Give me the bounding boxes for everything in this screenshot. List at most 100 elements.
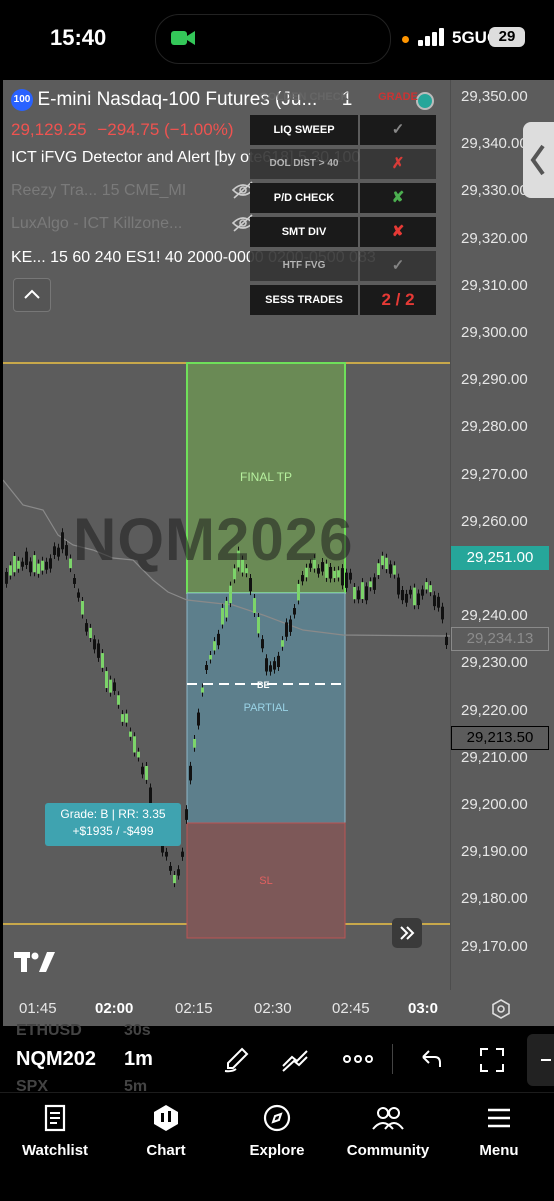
side-panel-handle[interactable] <box>523 122 554 198</box>
price-tick-label: 29,290.00 <box>461 371 528 389</box>
candle-body <box>289 619 292 632</box>
time-label: 02:30 <box>254 1000 292 1017</box>
tab-label: Explore <box>249 1142 305 1159</box>
grade-label: Grade: B | RR: 3.35 +$1935 / -$499 <box>45 803 181 846</box>
candle-body <box>417 593 420 606</box>
price-tick-label: 29,280.00 <box>461 418 528 436</box>
candle-body <box>217 633 220 646</box>
candle-body <box>293 608 296 615</box>
price-tick-label: 29,350.00 <box>461 88 528 105</box>
time-axis[interactable]: 01:45 02:00 02:15 02:30 02:45 03:0 <box>3 990 554 1026</box>
tab-menu[interactable]: Menu <box>444 1103 554 1159</box>
candle-body <box>89 627 92 639</box>
candle-body <box>61 532 64 550</box>
indicator-luxalgo[interactable]: LuxAlgo - ICT Killzone... <box>11 215 182 233</box>
time-label: 02:15 <box>175 1000 213 1017</box>
double-chevron-right-icon <box>400 926 415 940</box>
candle-body <box>21 561 24 567</box>
tab-chart[interactable]: Chart <box>111 1103 221 1159</box>
fullscreen-icon[interactable] <box>478 1046 506 1074</box>
candle-body <box>285 622 288 637</box>
candle-body <box>81 601 84 615</box>
brush-icon[interactable] <box>222 1046 250 1074</box>
price-tick-label: 29,300.00 <box>461 324 528 341</box>
checklist-header-right: GRADE <box>378 91 418 103</box>
current-price-tag: 29,251.00 <box>451 546 549 570</box>
candle-body <box>109 679 112 693</box>
price-tick-label: 29,260.00 <box>461 512 528 530</box>
candle-body <box>365 586 368 601</box>
chevron-left-icon <box>530 144 545 176</box>
candle-body <box>281 640 284 647</box>
side-toolbar-handle[interactable] <box>527 1034 554 1086</box>
candle-body <box>377 563 380 576</box>
partial-label: PARTIAL <box>243 702 289 714</box>
indicator-price-tag: 29,234.13 <box>451 627 549 651</box>
price-tick-label: 29,240.00 <box>461 607 528 625</box>
candle-body <box>117 695 120 705</box>
more-icon[interactable] <box>343 1053 373 1065</box>
behind-interval: 30s <box>124 1022 151 1039</box>
candle-body <box>205 665 208 670</box>
chart-toolbar: ETHUSD 30s SPX 5m NQM202 1m <box>0 1022 554 1095</box>
checklist-row: LIQ SWEEP ✓ <box>250 115 436 145</box>
candle-body <box>209 655 212 660</box>
symbol-badge: 100 <box>11 89 33 111</box>
candle-body <box>69 558 72 569</box>
time-label: 01:45 <box>19 1000 57 1017</box>
symbol-selector[interactable]: NQM202 <box>16 1048 96 1071</box>
price-change: 29,129.25 −294.75 (−1.00%) <box>11 120 233 140</box>
candle-body <box>181 851 184 857</box>
candle-body <box>121 714 124 722</box>
indicator-reezy[interactable]: Reezy Tra... 15 CME_MI <box>11 182 186 200</box>
undo-icon[interactable] <box>419 1048 443 1072</box>
tab-label: Chart <box>146 1142 186 1159</box>
candle-body <box>113 682 116 691</box>
candle-body <box>189 765 192 781</box>
candle-body <box>225 600 228 618</box>
tab-watchlist[interactable]: Watchlist <box>0 1103 110 1159</box>
scroll-to-realtime-button[interactable] <box>392 918 422 948</box>
tradingview-logo[interactable] <box>13 950 57 974</box>
candle-body <box>433 595 436 607</box>
settings-icon[interactable] <box>490 998 512 1020</box>
price-axis[interactable]: 29,350.00 29,340.00 29,330.00 29,320.00 29,3… <box>450 80 554 990</box>
candle-body <box>261 639 264 649</box>
candle-body <box>129 731 132 737</box>
candle-body <box>397 577 400 595</box>
chart-icon <box>154 1105 178 1131</box>
time-label: 02:00 <box>95 1000 134 1017</box>
chart-canvas[interactable]: NQM2026 100 E-mini Nasdaq-100 Futures (J… <box>3 80 450 990</box>
candle-body <box>185 809 188 820</box>
candle-body <box>73 578 76 584</box>
price-tick-label: 29,220.00 <box>461 701 528 719</box>
candle-body <box>197 712 200 726</box>
trend-line-icon[interactable] <box>280 1046 310 1074</box>
time-label: 03:0 <box>408 1000 439 1017</box>
candle-body <box>93 639 96 650</box>
candle-body <box>141 766 144 775</box>
toolbar-divider <box>392 1044 393 1074</box>
candle-body <box>277 655 280 668</box>
candle-body <box>357 590 360 600</box>
candle-body <box>45 561 48 570</box>
price-tick-label: 29,320.00 <box>461 229 528 247</box>
behind-symbol: ETHUSD <box>16 1022 82 1039</box>
price-tick-label: 29,210.00 <box>461 748 528 766</box>
candle-body <box>29 561 32 573</box>
checklist-row: P/D CHECK ✘ <box>250 183 436 213</box>
price-tick-label: 29,310.00 <box>461 276 528 294</box>
mic-indicator <box>402 36 409 43</box>
clock: 15:40 <box>50 25 107 50</box>
tab-explore[interactable]: Explore <box>222 1103 332 1159</box>
collapse-indicators-button[interactable] <box>13 278 51 312</box>
compass-icon <box>263 1104 291 1132</box>
interval-selector[interactable]: 1m <box>124 1048 153 1071</box>
candle-body <box>249 578 252 592</box>
tab-community[interactable]: Community <box>333 1103 443 1159</box>
tab-label: Watchlist <box>21 1142 89 1159</box>
cell-signal-icon <box>418 28 444 46</box>
candle-body <box>145 765 148 780</box>
bottom-tab-bar: Watchlist Chart Explore Community Menu <box>0 1092 554 1201</box>
candle-body <box>149 787 152 804</box>
